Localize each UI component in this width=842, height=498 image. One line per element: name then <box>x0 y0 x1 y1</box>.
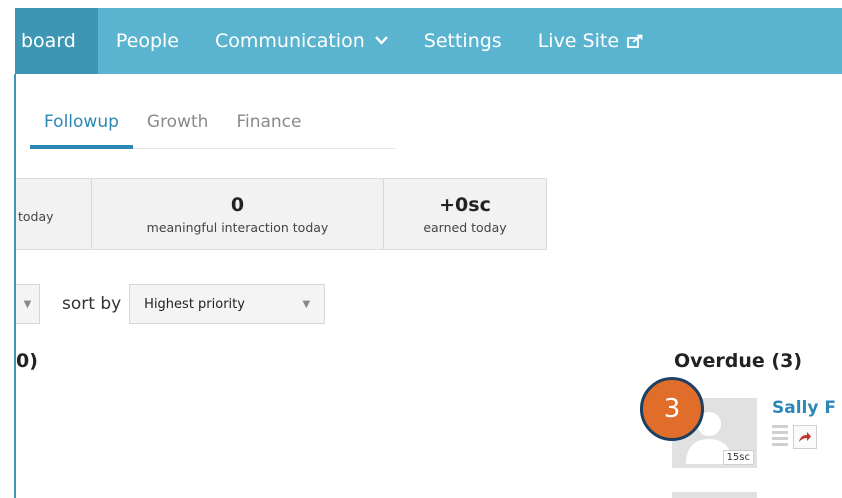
sort-by-label: sort by <box>62 294 122 314</box>
next-list-item <box>672 492 757 498</box>
nav-settings[interactable]: Settings <box>406 8 520 74</box>
nav-dashboard[interactable]: board <box>15 8 98 74</box>
stats-bar: today 0 meaningful interaction today +0s… <box>16 178 547 250</box>
stat-today: today <box>16 179 92 249</box>
sort-select[interactable]: Highest priority ▼ <box>129 284 326 324</box>
nav-people[interactable]: People <box>98 8 197 74</box>
stat-earned-label: earned today <box>423 219 507 235</box>
nav-live-site[interactable]: Live Site <box>520 8 661 74</box>
sort-row: ▼ sort by Highest priority ▼ <box>16 283 326 325</box>
menu-lines-icon[interactable] <box>772 425 788 449</box>
stat-earned: +0sc earned today <box>384 179 546 249</box>
nav-dashboard-label: board <box>21 30 76 52</box>
chevron-down-icon <box>374 34 388 49</box>
nav-settings-label: Settings <box>423 30 502 52</box>
nav-people-label: People <box>115 30 179 52</box>
share-icon <box>799 432 811 442</box>
filter-dropdown-caret[interactable]: ▼ <box>16 284 40 324</box>
overdue-heading: Overdue (3) <box>674 350 803 372</box>
nav-live-site-label: Live Site <box>537 30 620 52</box>
step-marker: 3 <box>640 377 704 441</box>
stat-meaningful-interaction: 0 meaningful interaction today <box>92 179 384 249</box>
tab-followup[interactable]: Followup <box>30 104 133 149</box>
nav-communication[interactable]: Communication <box>197 8 406 74</box>
tab-finance[interactable]: Finance <box>222 104 315 148</box>
external-link-icon <box>627 34 643 48</box>
stat-interaction-label: meaningful interaction today <box>146 219 329 235</box>
nav-communication-label: Communication <box>215 30 365 52</box>
person-name-link[interactable]: Sally F <box>772 398 836 418</box>
caret-down-icon: ▼ <box>23 298 32 310</box>
tab-growth[interactable]: Growth <box>133 104 223 148</box>
stat-interaction-value: 0 <box>230 193 245 216</box>
left-section-heading: 0) <box>16 350 38 372</box>
sort-select-value: Highest priority <box>144 296 245 312</box>
subnav-tabs: Followup Growth Finance <box>30 104 396 149</box>
caret-down-icon: ▼ <box>302 298 311 310</box>
score-badge: 15sc <box>722 450 754 465</box>
stat-today-label: today <box>18 208 54 224</box>
stat-earned-value: +0sc <box>439 193 491 216</box>
share-button[interactable] <box>793 425 817 449</box>
top-navigation: board People Communication Settings Live… <box>15 8 842 74</box>
